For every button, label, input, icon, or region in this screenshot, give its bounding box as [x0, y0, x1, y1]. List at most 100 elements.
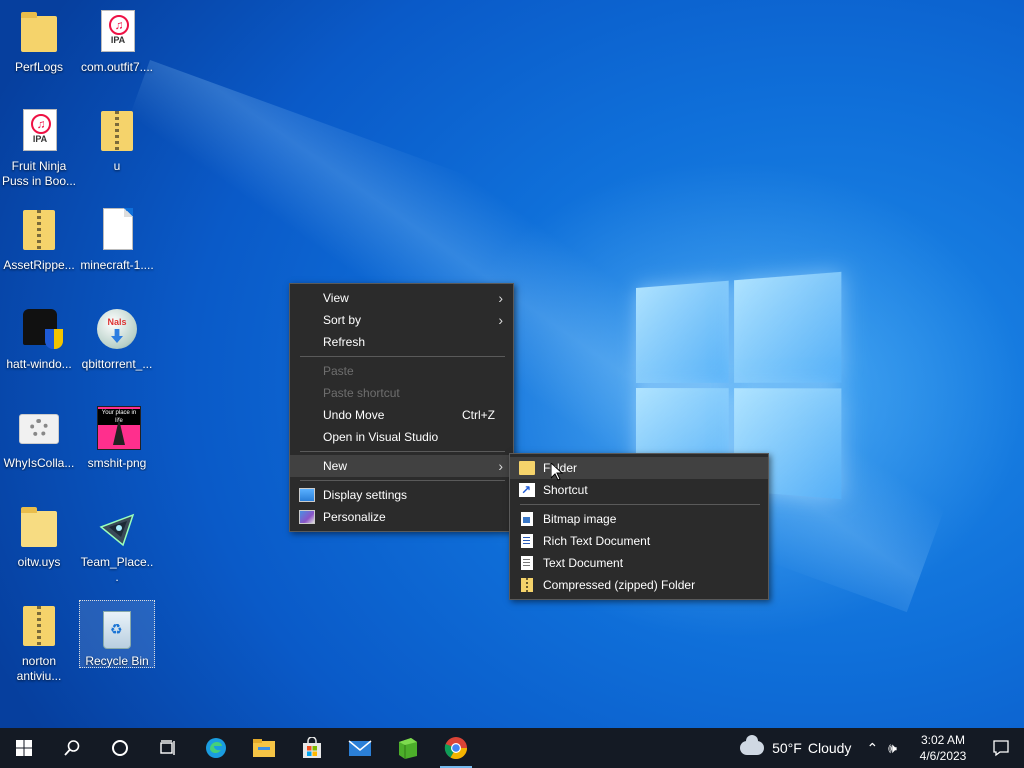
file-explorer-button[interactable] [240, 728, 288, 768]
desktop-icon-label: qbittorrent_... [81, 357, 153, 371]
desktop-icon-norton[interactable]: norton antiviu... [1, 596, 77, 688]
menu-item-open-in-visual-studio[interactable]: Open in Visual Studio [290, 426, 513, 448]
menu-item-label: Compressed (zipped) Folder [543, 578, 696, 592]
desktop-icon-label: minecraft-1.... [80, 258, 154, 272]
menu-item-label: Undo Move [323, 408, 385, 422]
desktop-icon-fruit-ninja[interactable]: ♫ IPA Fruit Ninja Puss in Boo... [1, 101, 77, 193]
desktop-context-menu: View › Sort by › Refresh Paste Paste sho… [289, 283, 514, 532]
desktop-icon-label: Recycle Bin [85, 653, 149, 667]
task-view-button[interactable] [144, 728, 192, 768]
menu-item-display-settings[interactable]: Display settings [290, 484, 513, 506]
gear-file-icon [15, 404, 63, 452]
desktop-icon-label: smshit-png [87, 456, 147, 470]
menu-item-new[interactable]: New › [290, 455, 513, 477]
weather-description: Cloudy [807, 740, 852, 756]
mail-button[interactable] [336, 728, 384, 768]
menu-item-label: New [323, 459, 348, 473]
task-view-icon [160, 740, 175, 755]
desktop-icon-label: u [113, 159, 121, 173]
menu-separator [300, 356, 505, 357]
desktop-icon-hatt-windows[interactable]: hatt-windo... [1, 299, 77, 391]
file-icon [15, 503, 63, 551]
menu-separator [300, 480, 505, 481]
search-button[interactable] [48, 728, 96, 768]
desktop-icon-whyiscolla[interactable]: WhyIsColla... [1, 398, 77, 490]
cortana-button[interactable] [96, 728, 144, 768]
chevron-up-icon[interactable]: ⌃ [866, 740, 878, 757]
keyboard-shortcut: Ctrl+Z [462, 408, 495, 422]
menu-item-sort-by[interactable]: Sort by › [290, 309, 513, 331]
search-icon [64, 740, 80, 756]
desktop-icon-assetripper[interactable]: AssetRippe... [1, 200, 77, 292]
menu-item-label: View [323, 291, 349, 305]
submenu-item-rich-text-document[interactable]: Rich Text Document [510, 530, 768, 552]
desktop-icon-perflogs[interactable]: PerfLogs [1, 2, 77, 94]
hat-shield-icon [15, 305, 63, 353]
desktop-icon-com-outfit7[interactable]: ♫ IPA com.outfit7.... [79, 2, 155, 94]
menu-item-label: Sort by [323, 313, 362, 327]
menu-item-label: Paste [323, 364, 354, 378]
mail-envelope-icon [348, 740, 372, 756]
zip-folder-icon [521, 578, 533, 592]
menu-item-label: Open in Visual Studio [323, 430, 439, 444]
menu-item-label: Display settings [323, 488, 408, 502]
notification-speech-bubble-icon [993, 740, 1009, 757]
desktop-icon-smshit-png[interactable]: Your place in life smshit-png [79, 398, 155, 490]
menu-item-paste: Paste [290, 360, 513, 382]
microsoft-store-button[interactable] [288, 728, 336, 768]
weather-widget[interactable]: 50°F Cloudy [740, 735, 852, 756]
menu-item-label: Paste shortcut [323, 386, 400, 400]
system-tray: 50°F Cloudy ⌃ 🕪 3:02 AM 4/6/2023 [740, 728, 1024, 768]
desktop-icon-recycle-bin[interactable]: ♻ Recycle Bin [79, 600, 155, 668]
desktop-icon-label: oitw.uys [17, 555, 61, 569]
submenu-item-bitmap-image[interactable]: Bitmap image [510, 508, 768, 530]
start-button[interactable] [0, 728, 48, 768]
menu-item-undo-move[interactable]: Undo Move Ctrl+Z [290, 404, 513, 426]
menu-item-view[interactable]: View › [290, 287, 513, 309]
qbit-tag: Nals [107, 317, 127, 327]
ipa-file-icon: ♫ IPA [15, 107, 63, 155]
file-explorer-folder-icon [253, 739, 275, 757]
desktop-icon-label: Fruit Ninja Puss in Boo... [1, 159, 77, 188]
speaker-volume-icon[interactable]: 🕪 [888, 740, 897, 757]
submenu-item-compressed-folder[interactable]: Compressed (zipped) Folder [510, 574, 768, 596]
desktop-icon-team-place[interactable]: Team_Place... [79, 497, 155, 589]
desktop-icon-u[interactable]: u [79, 101, 155, 193]
desktop-icon-qbittorrent[interactable]: Nals qbittorrent_... [79, 299, 155, 391]
rich-text-file-icon [521, 534, 533, 548]
submenu-item-shortcut[interactable]: Shortcut [510, 479, 768, 501]
text-file-icon [521, 556, 533, 570]
display-settings-icon [299, 488, 315, 502]
submenu-item-text-document[interactable]: Text Document [510, 552, 768, 574]
submenu-item-folder[interactable]: Folder [510, 457, 768, 479]
desktop-icon-minecraft[interactable]: minecraft-1.... [79, 200, 155, 292]
clock[interactable]: 3:02 AM 4/6/2023 [908, 732, 978, 764]
desktop-icon-label: WhyIsColla... [3, 456, 75, 470]
ipa-tag: IPA [32, 134, 48, 144]
desktop-icon-label: PerfLogs [14, 60, 64, 74]
folder-icon [519, 461, 535, 475]
desktop-icon-label: hatt-windo... [6, 357, 72, 371]
menu-item-label: Personalize [323, 510, 386, 524]
blank-file-icon [93, 206, 141, 254]
desktop-icon-label: com.outfit7.... [80, 60, 154, 74]
menu-item-refresh[interactable]: Refresh [290, 331, 513, 353]
action-center-button[interactable] [978, 728, 1024, 768]
menu-item-personalize[interactable]: Personalize [290, 506, 513, 528]
desktop[interactable]: PerfLogs ♫ IPA Fruit Ninja Puss in Boo...… [0, 0, 1024, 728]
zip-folder-icon [15, 206, 63, 254]
cloud-icon [740, 735, 765, 755]
png-image-icon: Your place in life [93, 404, 141, 452]
chrome-button[interactable] [432, 728, 480, 768]
green-block-app-icon [399, 738, 417, 759]
edge-button[interactable] [192, 728, 240, 768]
clock-date: 4/6/2023 [919, 749, 967, 763]
menu-separator [300, 451, 505, 452]
windows-start-icon [16, 740, 32, 756]
personalize-icon [299, 510, 315, 524]
desktop-icon-label: AssetRippe... [3, 258, 75, 272]
chrome-browser-icon [444, 737, 467, 759]
desktop-icon-oitw[interactable]: oitw.uys [1, 497, 77, 589]
folder-icon [15, 8, 63, 56]
minecraft-app-button[interactable] [384, 728, 432, 768]
